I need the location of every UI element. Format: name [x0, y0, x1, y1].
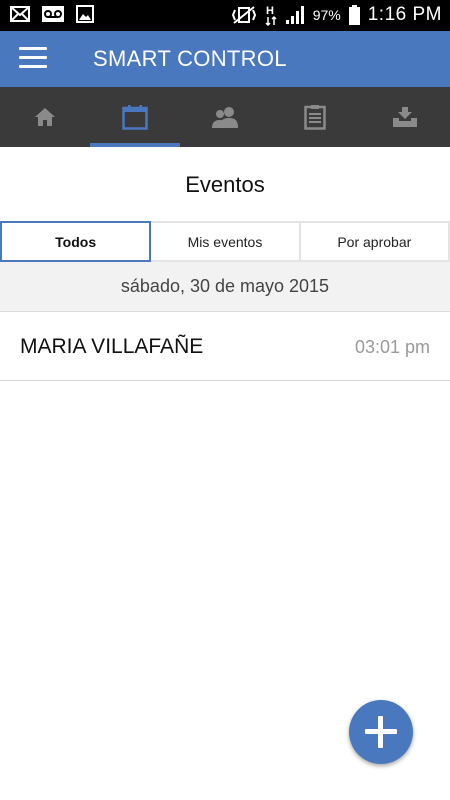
battery-icon [348, 5, 360, 25]
mail-icon [10, 6, 30, 22]
voicemail-icon [42, 6, 64, 22]
event-filter: Todos Mis eventos Por aprobar [0, 221, 450, 262]
tab-home[interactable] [0, 87, 90, 147]
filter-mis-eventos[interactable]: Mis eventos [149, 221, 301, 262]
calendar-icon [122, 104, 148, 130]
download-icon [391, 106, 419, 128]
h-network-icon: H [265, 4, 277, 26]
svg-text:H: H [266, 5, 274, 17]
image-icon [76, 5, 94, 23]
page-title: Eventos [185, 172, 265, 197]
event-time: 03:01 pm [354, 337, 430, 357]
tab-downloads[interactable] [360, 87, 450, 147]
app-title: SMART CONTROL [93, 46, 287, 71]
users-icon [211, 106, 239, 128]
status-bar: H 97% 1:16 PM [0, 0, 450, 31]
tab-contacts[interactable] [180, 87, 270, 147]
event-row[interactable]: MARIA VILLAFAÑE 03:01 pm [0, 312, 450, 381]
event-name: MARIA VILLAFAÑE [20, 335, 204, 358]
tab-tasks[interactable] [270, 87, 360, 147]
battery-percent: 97% [312, 7, 341, 23]
signal-icon [285, 5, 305, 25]
app-bar: SMART CONTROL [0, 31, 450, 87]
add-event-button[interactable] [349, 700, 413, 764]
date-header: sábado, 30 de mayo 2015 [0, 262, 450, 312]
tab-events[interactable] [90, 87, 180, 147]
clock: 1:16 PM [367, 4, 442, 25]
tab-bar [0, 87, 450, 147]
filter-todos[interactable]: Todos [0, 221, 152, 262]
hamburger-menu-icon[interactable] [19, 47, 47, 71]
vibrate-icon [231, 6, 257, 24]
filter-por-aprobar[interactable]: Por aprobar [298, 221, 450, 262]
home-icon [34, 107, 56, 127]
clipboard-icon [304, 104, 326, 130]
